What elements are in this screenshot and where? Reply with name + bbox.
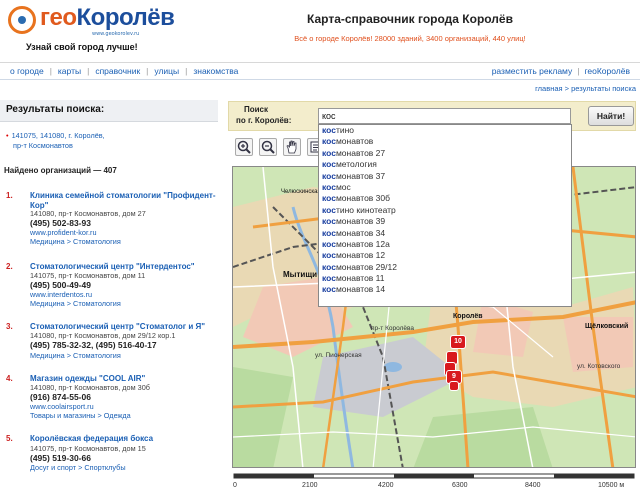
- nav-geokorolev[interactable]: геоКоролёв: [584, 66, 630, 76]
- suggestion-item[interactable]: косметология: [319, 159, 571, 170]
- zoom-in-icon[interactable]: [235, 138, 253, 156]
- nav-dating[interactable]: знакомства: [193, 66, 238, 76]
- results-title: Результаты поиска:: [6, 104, 105, 115]
- autocomplete-dropdown: костино космонавтов космонавтов 27 косме…: [318, 124, 572, 307]
- org-phone: (495) 500-49-49: [30, 280, 91, 290]
- result-item: 1. Клиника семейной стоматологии "Профид…: [6, 191, 216, 246]
- map-marker[interactable]: 10: [450, 335, 466, 349]
- main-nav: о городе | карты | справочник | улицы | знакомст…: [0, 62, 640, 80]
- org-category-link[interactable]: Медицина > Стоматология: [30, 237, 121, 246]
- org-address: 141080, пр-т Космонавтов, дом 29/12 кор.…: [30, 331, 176, 340]
- breadcrumb[interactable]: главная > результаты поиска: [535, 84, 636, 93]
- org-address: 141080, пр-т Космонавтов, дом 30б: [30, 383, 150, 392]
- org-website-link[interactable]: www.profident-kor.ru: [30, 228, 97, 237]
- bullet-icon: •: [6, 131, 9, 140]
- org-category-link[interactable]: Медицина > Стоматология: [30, 351, 121, 360]
- suggestion-item[interactable]: космонавтов: [319, 136, 571, 147]
- search-input[interactable]: [318, 108, 571, 124]
- org-phone: (495) 502-83-93: [30, 218, 91, 228]
- result-item: 3. Стоматологический центр "Стоматолог и…: [6, 322, 220, 372]
- scale-label: 2100: [302, 482, 318, 489]
- org-category-link[interactable]: Досуг и спорт > Спортклубы: [30, 463, 126, 472]
- nav-directory[interactable]: справочник: [95, 66, 140, 76]
- scale-label: 6300: [452, 482, 468, 489]
- scale-label: 8400: [525, 482, 541, 489]
- suggestion-item[interactable]: космонавтов 30б: [319, 193, 571, 204]
- result-item: 2. Стоматологический центр "Интердентос"…: [6, 262, 220, 312]
- org-name-link[interactable]: Королёвская федерация бокса: [30, 434, 216, 444]
- logo-globe-icon: [8, 6, 36, 34]
- scale-label: 4200: [378, 482, 394, 489]
- map-label: ул. Котовского: [577, 363, 621, 370]
- org-phone: (916) 874-55-06: [30, 392, 91, 402]
- org-category-link[interactable]: Медицина > Стоматология: [30, 299, 121, 308]
- suggestion-item[interactable]: космонавтов 39: [319, 216, 571, 227]
- pan-hand-icon[interactable]: [283, 138, 301, 156]
- org-category-link[interactable]: Товары и магазины > Одежда: [30, 411, 131, 420]
- scale-label: 10500 м: [598, 482, 625, 489]
- org-website-link[interactable]: www.coolairsport.ru: [30, 402, 94, 411]
- nav-maps[interactable]: карты: [58, 66, 81, 76]
- nav-left: о городе | карты | справочник | улицы | знакомст…: [10, 66, 239, 76]
- map-scale-bar: [233, 473, 635, 479]
- map-label: Щёлковский: [585, 323, 629, 330]
- org-address: 141075, пр-т Космонавтов, дом 15: [30, 444, 146, 453]
- site-title: Карта-справочник города Королёв: [307, 12, 513, 26]
- org-phone: (495) 785-32-32, (495) 516-40-17: [30, 340, 157, 350]
- scale-label: 0: [233, 482, 237, 489]
- org-name-link[interactable]: Клиника семейной стоматологии "Профидент…: [30, 191, 216, 211]
- suggestion-item[interactable]: костино: [319, 125, 571, 136]
- org-phone: (495) 519-30-66: [30, 453, 91, 463]
- map-label: пр-т Королёва: [371, 325, 414, 332]
- logo-domain: www.geokorolev.ru: [92, 31, 140, 37]
- nav-advertise[interactable]: разместить рекламу: [492, 66, 573, 76]
- map-label: Королёв: [453, 313, 483, 320]
- suggestion-item[interactable]: космонавтов 12: [319, 250, 571, 261]
- suggestion-item[interactable]: космонавтов 27: [319, 148, 571, 159]
- suggestion-item[interactable]: космонавтов 12а: [319, 239, 571, 250]
- org-website-link[interactable]: www.interdentos.ru: [30, 290, 92, 299]
- org-address: 141080, пр-т Космонавтов, дом 27: [30, 209, 146, 218]
- search-address[interactable]: • 141075, 141080, г. Королёв, пр-т Космон…: [6, 131, 105, 151]
- nav-about-city[interactable]: о городе: [10, 66, 44, 76]
- nav-streets[interactable]: улицы: [154, 66, 179, 76]
- map-marker[interactable]: [449, 381, 459, 391]
- slogan: Узнай свой город лучше!: [26, 42, 138, 52]
- suggestion-item[interactable]: космонавтов 11: [319, 273, 571, 284]
- suggestion-item[interactable]: космонавтов 14: [319, 284, 571, 295]
- logo-text: геоКоролёв: [40, 4, 175, 31]
- suggestion-item[interactable]: космонавтов 29/12: [319, 262, 571, 273]
- nav-right: разместить рекламу | геоКоролёв: [491, 66, 630, 76]
- search-label: Поиск по г. Королёв:: [236, 105, 292, 125]
- suggestion-item[interactable]: космонавтов 37: [319, 171, 571, 182]
- map-label: Челюскинская: [281, 189, 321, 195]
- result-item: 4. Магазин одежды "COOL AIR" 141080, пр-…: [6, 374, 220, 424]
- suggestion-item[interactable]: космонавтов 34: [319, 228, 571, 239]
- result-item: 5. Королёвская федерация бокса 141075, п…: [6, 434, 220, 474]
- found-count: Найдено организаций — 407: [4, 166, 117, 175]
- results-header: Результаты поиска:: [0, 100, 218, 122]
- map-label: Мытищи: [283, 270, 317, 279]
- zoom-out-icon[interactable]: [259, 138, 277, 156]
- suggestion-item[interactable]: костино кинотеатр: [319, 205, 571, 216]
- suggestion-item[interactable]: космос: [319, 182, 571, 193]
- search-button[interactable]: Найти!: [588, 106, 634, 126]
- org-address: 141075, пр-т Космонавтов, дом 11: [30, 271, 146, 280]
- site-stats: Всё о городе Королёв! 28000 зданий, 3400…: [294, 34, 526, 43]
- map-label: ул. Пионерская: [315, 352, 362, 359]
